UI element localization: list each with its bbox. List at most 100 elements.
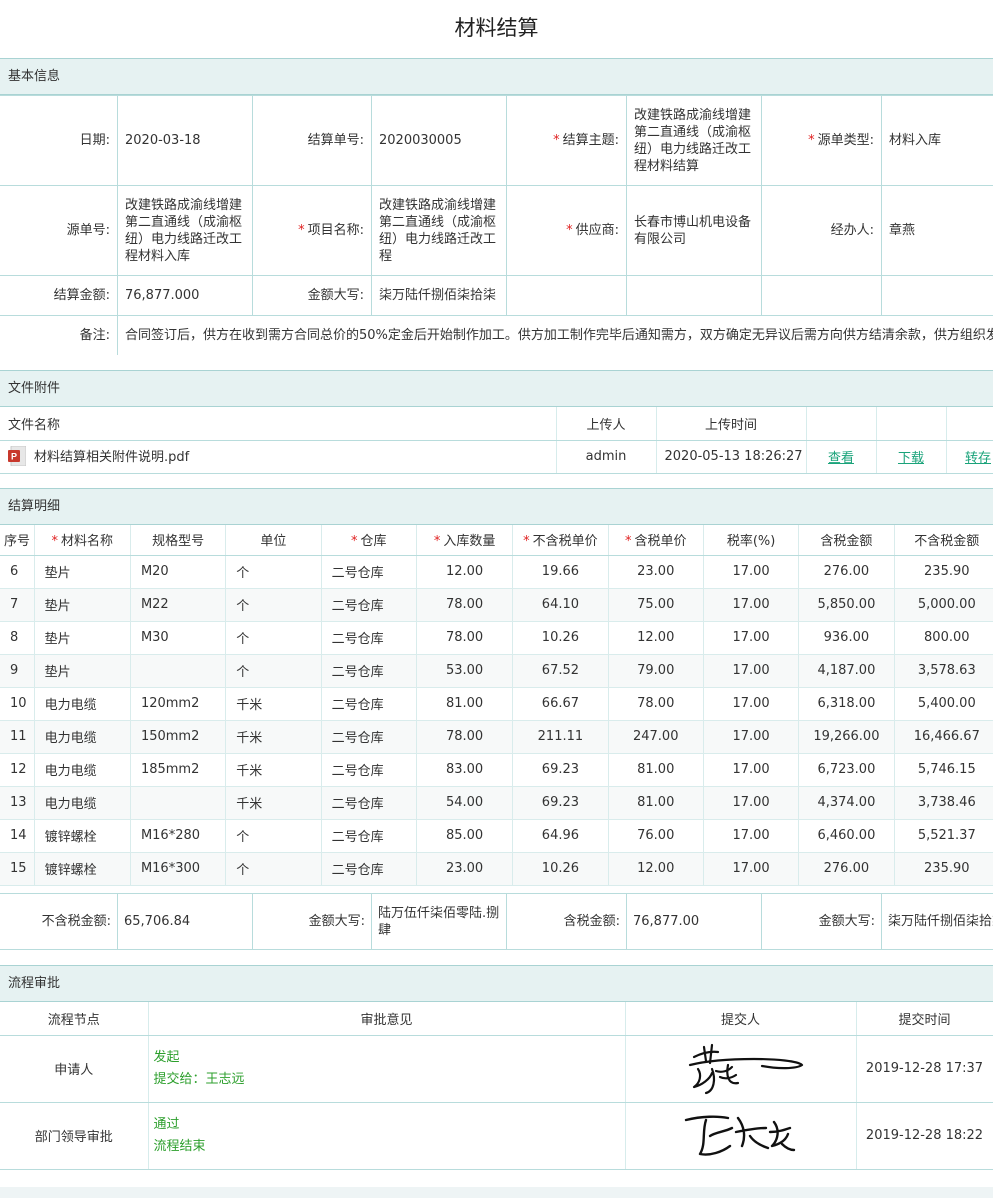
row-seq: 10 (0, 687, 35, 721)
row-notax-price: 67.52 (512, 654, 609, 688)
row-tax-amount: 4,374.00 (798, 786, 895, 820)
row-tax-price: 75.00 (608, 588, 704, 622)
supplier-value: 长春市博山机电设备有限公司 (634, 214, 752, 247)
row-warehouse: 二号仓库 (321, 720, 417, 754)
view-link[interactable]: 查看 (828, 451, 854, 466)
source-no-value: 改建铁路成渝线增建第二直通线（成渝枢纽）电力线路迁改工程材料入库 (125, 197, 243, 264)
source-no-label: 源单号: (66, 223, 110, 238)
project-label: 项目名称: (307, 223, 364, 238)
row-tax-rate: 17.00 (703, 555, 800, 589)
row-material-name: 垫片 (34, 621, 131, 655)
row-notax-amount: 5,400.00 (894, 687, 993, 721)
settle-no-label: 结算单号: (307, 133, 364, 148)
row-in-qty: 85.00 (416, 819, 514, 853)
row-notax-price: 10.26 (512, 852, 609, 886)
col-warehouse: 仓库 (360, 534, 387, 550)
row-spec: M22 (130, 588, 227, 622)
approval-node: 部门领导审批 (0, 1102, 149, 1170)
col-submit-time: 提交时间 (856, 1002, 993, 1036)
table-row: 6 垫片 M20 个二号仓库 12.00 19.66 23.00 17.00 276.00 235… (0, 555, 993, 589)
row-notax-amount: 5,521.37 (894, 819, 993, 853)
col-tax-rate: 税率(%) (703, 525, 800, 556)
amount-label: 结算金额: (53, 288, 110, 303)
table-row: 11 电力电缆 150mm2 千米 二号仓库 78.00 211.11 247.00 17.00… (0, 720, 993, 754)
row-unit: 千米 (225, 753, 322, 787)
row-warehouse: 二号仓库 (321, 819, 417, 853)
required-mark: * (566, 223, 573, 238)
subject-label: 结算主题: (562, 133, 619, 148)
row-notax-amount: 5,000.00 (894, 588, 993, 622)
col-seq: 序号 (0, 525, 35, 556)
row-notax-price: 69.23 (512, 753, 609, 787)
download-link[interactable]: 下载 (898, 451, 924, 466)
row-seq: 8 (0, 621, 35, 655)
signature-image (625, 1035, 857, 1103)
approval-node: 申请人 (0, 1035, 149, 1103)
section-header-basic: 基本信息 (0, 58, 993, 95)
handler-value: 章燕 (889, 223, 916, 238)
row-notax-price: 19.66 (512, 555, 609, 589)
row-tax-rate: 17.00 (703, 852, 800, 886)
row-tax-price: 79.00 (608, 654, 704, 688)
row-tax-amount: 6,460.00 (798, 819, 895, 853)
row-seq: 15 (0, 852, 35, 886)
row-material-name: 垫片 (34, 555, 131, 589)
tax-cn-value: 柒万陆仟捌佰柒拾柒 (881, 893, 993, 950)
row-in-qty: 23.00 (416, 852, 514, 886)
page-footer-strip (0, 1187, 993, 1198)
table-row: 13 电力电缆 千米 二号仓库 54.00 69.23 81.00 17.00 4,374.00… (0, 786, 993, 820)
row-tax-rate: 17.00 (703, 819, 800, 853)
row-seq: 7 (0, 588, 35, 622)
row-unit: 个 (225, 555, 322, 589)
row-material-name: 电力电缆 (34, 720, 131, 754)
row-seq: 6 (0, 555, 35, 589)
required-mark: * (523, 534, 530, 550)
col-material-name: 材料名称 (61, 534, 114, 550)
required-mark: * (433, 534, 441, 550)
col-submitter: 提交人 (625, 1002, 857, 1036)
row-unit: 个 (225, 654, 322, 688)
pdf-icon: P (8, 445, 27, 467)
amount-cn-value: 柒万陆仟捌佰柒拾柒 (379, 288, 497, 303)
row-in-qty: 53.00 (416, 654, 514, 688)
row-unit: 千米 (225, 687, 322, 721)
row-warehouse: 二号仓库 (321, 654, 417, 688)
table-row: 8 垫片 M30 个二号仓库 78.00 10.26 12.00 17.00 936.00 800… (0, 621, 993, 655)
row-tax-amount: 5,850.00 (798, 588, 895, 622)
row-tax-rate: 17.00 (703, 621, 800, 655)
transfer-link[interactable]: 转存 (965, 451, 991, 466)
date-value: 2020-03-18 (125, 133, 201, 148)
amount-value: 76,877.000 (125, 288, 200, 303)
notax-total-label: 不含税金额: (0, 893, 118, 950)
row-notax-price: 66.67 (512, 687, 609, 721)
row-in-qty: 12.00 (416, 555, 514, 589)
row-warehouse: 二号仓库 (321, 786, 417, 820)
col-uploader: 上传人 (556, 407, 657, 441)
row-tax-price: 78.00 (608, 687, 704, 721)
row-unit: 个 (225, 588, 322, 622)
row-warehouse: 二号仓库 (321, 753, 417, 787)
tax-cn-label: 金额大写: (761, 893, 882, 950)
row-seq: 14 (0, 819, 35, 853)
row-tax-rate: 17.00 (703, 588, 800, 622)
row-tax-rate: 17.00 (703, 786, 800, 820)
approval-row: 申请人 发起 提交给：王志远 2019-12-28 17:37 (0, 1035, 993, 1103)
section-header-attachments: 文件附件 (0, 370, 993, 407)
row-material-name: 电力电缆 (34, 753, 131, 787)
required-mark: * (553, 133, 560, 148)
row-material-name: 垫片 (34, 654, 131, 688)
row-notax-amount: 5,746.15 (894, 753, 993, 787)
project-value: 改建铁路成渝线增建第二直通线（成渝枢纽）电力线路迁改工程 (379, 197, 497, 264)
tax-total-value: 76,877.00 (626, 893, 762, 950)
row-notax-amount: 3,738.46 (894, 786, 993, 820)
approval-opinion-line: 发起 (153, 1049, 180, 1065)
section-header-detail: 结算明细 (0, 488, 993, 525)
row-tax-amount: 6,318.00 (798, 687, 895, 721)
row-in-qty: 78.00 (416, 621, 514, 655)
row-notax-price: 10.26 (512, 621, 609, 655)
table-row: 12 电力电缆 185mm2 千米 二号仓库 83.00 69.23 81.00 17.00 6,… (0, 753, 993, 787)
row-spec: 185mm2 (130, 753, 227, 787)
row-spec: 120mm2 (130, 687, 227, 721)
table-row: 14 镀锌螺栓 M16*280 个二号仓库 85.00 64.96 76.00 17.00 6,… (0, 819, 993, 853)
col-tax-price: 含税单价 (634, 534, 687, 550)
